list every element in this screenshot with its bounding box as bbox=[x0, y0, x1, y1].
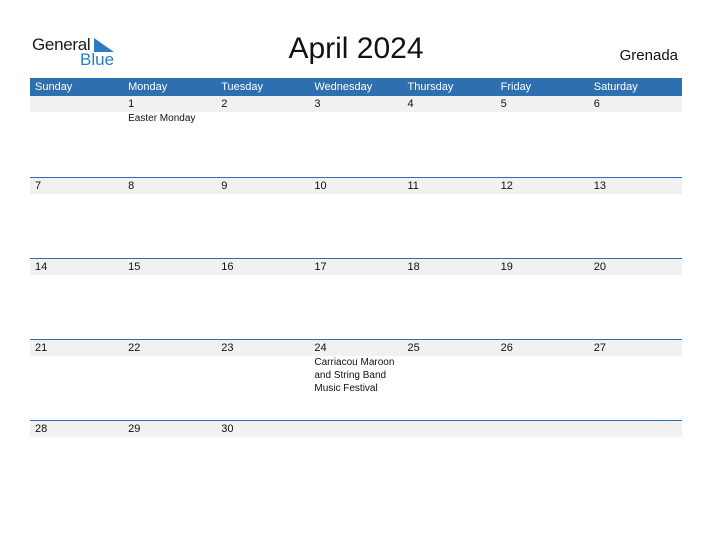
holiday-label bbox=[30, 356, 123, 395]
day-number: 22 bbox=[128, 342, 141, 354]
holiday-label bbox=[216, 356, 309, 395]
holiday-label bbox=[309, 112, 402, 125]
week-row: 28 29 30 bbox=[30, 420, 682, 501]
date-row: 21 22 23 24 25 26 27 bbox=[30, 340, 682, 356]
day-number: 10 bbox=[314, 180, 327, 192]
day-number: 14 bbox=[35, 261, 48, 273]
day-number: 7 bbox=[35, 180, 42, 192]
day-number: 27 bbox=[593, 342, 606, 354]
weekday-wednesday: Wednesday bbox=[314, 81, 373, 93]
day-number: 5 bbox=[500, 98, 507, 110]
week-row: 14 15 16 17 18 19 20 bbox=[30, 258, 682, 339]
country-label: Grenada bbox=[619, 47, 678, 64]
holiday-label: Easter Monday bbox=[128, 113, 196, 124]
holiday-label bbox=[30, 112, 123, 125]
holiday-label bbox=[496, 356, 589, 395]
day-number: 29 bbox=[128, 423, 141, 435]
holiday-label bbox=[216, 112, 309, 125]
day-number bbox=[403, 421, 496, 437]
day-number: 9 bbox=[221, 180, 228, 192]
day-number bbox=[496, 421, 589, 437]
day-number bbox=[30, 96, 123, 112]
day-number: 11 bbox=[407, 180, 419, 192]
weekday-header: Sunday Monday Tuesday Wednesday Thursday… bbox=[30, 78, 682, 96]
day-number: 24 bbox=[314, 342, 327, 354]
weekday-saturday: Saturday bbox=[593, 81, 638, 93]
day-number: 19 bbox=[500, 261, 513, 273]
day-number: 16 bbox=[221, 261, 234, 273]
day-number: 1 bbox=[128, 98, 135, 110]
day-number: 12 bbox=[500, 180, 513, 192]
week-row: 7 8 9 10 11 12 13 bbox=[30, 177, 682, 258]
date-row: 1 2 3 4 5 6 bbox=[30, 96, 682, 112]
page-title: April 2024 bbox=[288, 32, 424, 65]
day-number: 26 bbox=[500, 342, 513, 354]
weekday-friday: Friday bbox=[500, 81, 532, 93]
date-row: 28 29 30 bbox=[30, 421, 682, 437]
day-number: 21 bbox=[35, 342, 48, 354]
holiday-label bbox=[403, 356, 496, 395]
day-number: 3 bbox=[314, 98, 321, 110]
day-number bbox=[309, 421, 402, 437]
day-number: 23 bbox=[221, 342, 234, 354]
day-number: 30 bbox=[221, 423, 234, 435]
holiday-label: Carriacou Maroon and String Band Music F… bbox=[314, 357, 395, 394]
week-row: 1 2 3 4 5 6 Easter Monday bbox=[30, 96, 682, 177]
weekday-tuesday: Tuesday bbox=[221, 81, 264, 93]
weekday-thursday: Thursday bbox=[407, 81, 454, 93]
day-number: 25 bbox=[407, 342, 420, 354]
day-number: 2 bbox=[221, 98, 228, 110]
holiday-label bbox=[403, 112, 496, 125]
holiday-label bbox=[123, 356, 216, 395]
day-number: 28 bbox=[35, 423, 48, 435]
week-row: 21 22 23 24 25 26 27 Carriacou Maroon and Strin… bbox=[30, 339, 682, 420]
day-number: 17 bbox=[314, 261, 327, 273]
day-number bbox=[589, 421, 682, 437]
events-row: Easter Monday bbox=[30, 112, 682, 125]
day-number: 4 bbox=[407, 98, 414, 110]
day-number: 13 bbox=[593, 180, 606, 192]
day-number: 18 bbox=[407, 261, 420, 273]
day-number: 15 bbox=[128, 261, 141, 273]
events-row: Carriacou Maroon and String Band Music F… bbox=[30, 356, 682, 395]
holiday-label bbox=[496, 112, 589, 125]
holiday-label bbox=[589, 356, 682, 395]
date-row: 7 8 9 10 11 12 13 bbox=[30, 178, 682, 194]
holiday-label bbox=[589, 112, 682, 125]
day-number: 20 bbox=[593, 261, 606, 273]
date-row: 14 15 16 17 18 19 20 bbox=[30, 259, 682, 275]
day-number: 6 bbox=[593, 98, 600, 110]
weekday-monday: Monday bbox=[128, 81, 168, 93]
day-number: 8 bbox=[128, 180, 135, 192]
calendar: Sunday Monday Tuesday Wednesday Thursday… bbox=[30, 78, 682, 501]
weekday-sunday: Sunday bbox=[35, 81, 73, 93]
